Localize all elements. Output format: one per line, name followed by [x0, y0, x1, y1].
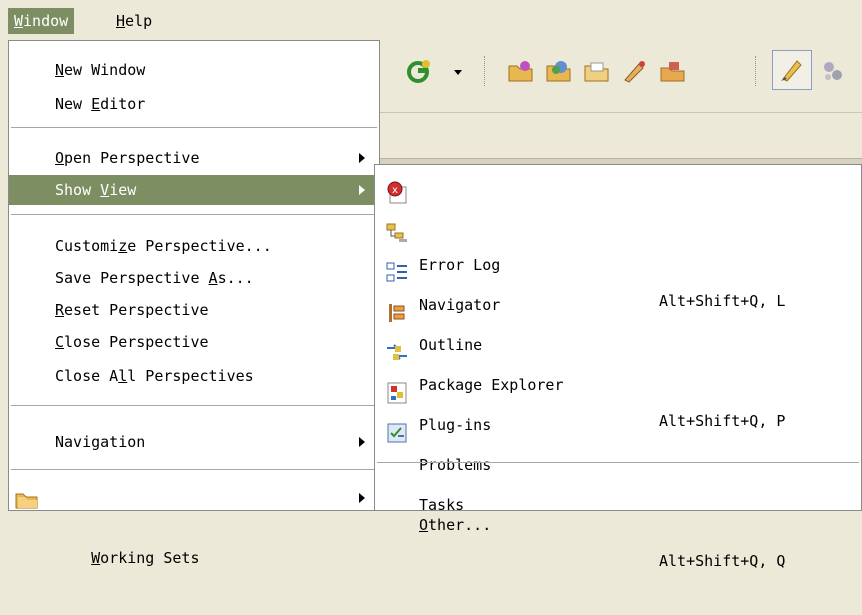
- window-menu: New Window New Editor Open Perspective S…: [8, 40, 380, 567]
- view-item-navigator[interactable]: Navigator: [375, 215, 861, 314]
- show-view-submenu: x Error Log Alt+Shift+Q, L Navigator Out…: [374, 164, 862, 570]
- view-item-problems[interactable]: Problems: [375, 375, 861, 474]
- toolbar-active-button[interactable]: [772, 50, 812, 90]
- menu-separator: [11, 405, 377, 406]
- menu-separator: [11, 127, 377, 128]
- menu-item-new-editor[interactable]: New Editor: [9, 89, 379, 119]
- menu-item-customize-perspective[interactable]: Customize Perspective...: [9, 231, 379, 261]
- working-sets-icon: [15, 493, 38, 509]
- menu-window[interactable]: Window: [8, 8, 75, 34]
- submenu-arrow-icon: [359, 437, 365, 447]
- view-item-other[interactable]: Other... Alt+Shift+Q, Q: [375, 471, 861, 570]
- menu-item-new-window[interactable]: New Window: [9, 55, 379, 85]
- toolbar-separator: [755, 56, 757, 86]
- run-icon[interactable]: [404, 56, 434, 86]
- problems-icon: [387, 382, 407, 404]
- view-item-tasks[interactable]: Tasks: [375, 415, 861, 514]
- menu-item-close-all-perspectives[interactable]: Close All Perspectives: [9, 361, 379, 391]
- open-folder-icon[interactable]: [582, 56, 612, 86]
- error-log-icon: x: [387, 181, 407, 204]
- submenu-arrow-icon: [359, 153, 365, 163]
- menu-item-navigation[interactable]: Navigation: [9, 427, 379, 457]
- menu-bar: Window Help: [0, 0, 862, 40]
- open-project-icon[interactable]: [544, 56, 574, 86]
- view-item-package-explorer[interactable]: Package Explorer Alt+Shift+Q, P: [375, 295, 861, 430]
- tasks-icon: [387, 423, 407, 443]
- open-type-icon[interactable]: [506, 56, 536, 86]
- menu-help[interactable]: Help: [110, 8, 158, 34]
- menu-item-reset-perspective[interactable]: Reset Perspective: [9, 295, 379, 325]
- package-explorer-icon: [389, 304, 405, 322]
- menu-item-save-perspective-as[interactable]: Save Perspective As...: [9, 263, 379, 293]
- outline-icon: [386, 262, 407, 282]
- menu-item-open-perspective[interactable]: Open Perspective: [9, 143, 379, 173]
- menu-item-close-perspective[interactable]: Close Perspective: [9, 327, 379, 357]
- menu-item-show-view[interactable]: Show View: [9, 175, 379, 205]
- run-dropdown-icon[interactable]: [454, 70, 462, 75]
- toolbar-separator: [484, 56, 486, 86]
- menu-item-working-sets[interactable]: Working Sets: [9, 483, 379, 567]
- navigator-icon: [386, 223, 407, 242]
- toolbar-strip: [380, 112, 862, 163]
- view-item-outline[interactable]: Outline: [375, 255, 861, 354]
- plugins-icon: [387, 344, 407, 360]
- svg-text:x: x: [392, 185, 398, 196]
- menu-separator: [11, 469, 377, 470]
- submenu-arrow-icon: [359, 493, 365, 503]
- view-item-error-log[interactable]: x Error Log Alt+Shift+Q, L: [375, 175, 861, 310]
- brush-icon: [781, 60, 802, 82]
- open-resource-icon[interactable]: [658, 56, 688, 86]
- molecule-icon[interactable]: [818, 56, 848, 86]
- submenu-arrow-icon: [359, 185, 365, 195]
- menu-separator: [11, 214, 377, 215]
- menu-separator: [377, 462, 859, 463]
- view-item-plug-ins[interactable]: Plug-ins: [375, 335, 861, 434]
- pen-icon[interactable]: [620, 56, 650, 86]
